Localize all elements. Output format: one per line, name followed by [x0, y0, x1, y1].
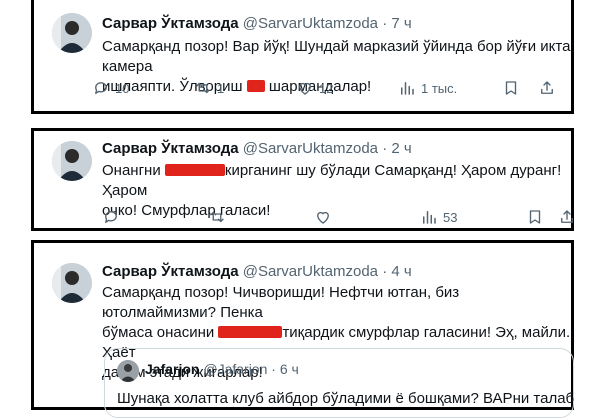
tweet-card[interactable]: Сарвар Ўктамзода @SarvarUktamzoda · 7 ч …: [31, 0, 574, 114]
like-button[interactable]: 12: [296, 79, 333, 97]
quoted-display-name[interactable]: Jafarjon: [145, 361, 199, 377]
tweet-card[interactable]: Сарвар Ўктамзода @SarvarUktamzoda · 4 ч …: [31, 240, 574, 418]
tweet-line: Самарқанд позор! Вар йўқ! Шундай маркази…: [102, 38, 571, 75]
avatar[interactable]: [52, 263, 92, 303]
tweet-actions: 10 1 12 1 тыс.: [92, 79, 562, 99]
tweet-header: Сарвар Ўктамзода @SarvarUktamzoda · 7 ч: [102, 15, 412, 32]
display-name[interactable]: Сарвар Ўктамзода: [102, 263, 239, 280]
redaction-mark: [218, 326, 283, 338]
quoted-text: Шунақа холатта клуб айбдор бўладими ё бо…: [117, 390, 575, 407]
tweet-line: Онангни кирганинг шу бўлади Самарқанд! Ҳ…: [102, 161, 572, 201]
user-handle[interactable]: @SarvarUktamzoda: [243, 140, 378, 157]
views-button[interactable]: 53: [420, 208, 457, 226]
quoted-avatar[interactable]: [117, 360, 139, 382]
user-handle[interactable]: @SarvarUktamzoda: [243, 263, 378, 280]
heart-icon: [299, 82, 311, 95]
avatar[interactable]: [52, 13, 92, 53]
avatar[interactable]: [52, 141, 92, 181]
tweet-header: Сарвар Ўктамзода @SarvarUktamzoda · 2 ч: [102, 140, 412, 157]
reply-count: 10: [115, 80, 130, 96]
timestamp[interactable]: · 7 ч: [382, 15, 412, 32]
share-icon[interactable]: [558, 208, 576, 226]
timestamp[interactable]: · 4 ч: [382, 263, 412, 280]
view-count: 1 тыс.: [421, 80, 458, 96]
view-count: 53: [443, 209, 458, 225]
bookmark-icon[interactable]: [502, 79, 520, 97]
tweet-header: Сарвар Ўктамзода @SarvarUktamzoda · 4 ч: [102, 263, 412, 280]
timestamp[interactable]: · 2 ч: [382, 140, 412, 157]
tweet-actions: 53: [102, 208, 573, 228]
views-icon: [401, 82, 414, 95]
redaction-mark: [164, 164, 225, 176]
retweet-icon: [210, 211, 224, 223]
retweet-button[interactable]: [208, 208, 226, 226]
tweet-card[interactable]: Сарвар Ўктамзода @SarvarUktamzoda · 2 ч …: [31, 128, 574, 231]
retweet-count: 1: [217, 80, 225, 96]
quoted-handle[interactable]: @Jafarjon: [203, 361, 267, 377]
views-button[interactable]: 1 тыс.: [398, 79, 457, 97]
quoted-tweet[interactable]: Jafarjon @Jafarjon · 6 ч Шунақа холатта …: [104, 348, 574, 418]
heart-icon: [317, 211, 329, 224]
display-name[interactable]: Сарвар Ўктамзода: [102, 140, 239, 157]
tweet-text-fragment: Онангни: [102, 162, 161, 179]
user-handle[interactable]: @SarvarUktamzoda: [243, 15, 378, 32]
retweet-button[interactable]: 1: [194, 79, 224, 97]
like-button[interactable]: [314, 208, 332, 226]
reply-icon: [105, 211, 117, 223]
share-icon[interactable]: [538, 79, 556, 97]
tweet-text-fragment: бўмаса онасини: [102, 324, 215, 341]
like-count: 12: [319, 80, 334, 96]
retweet-icon: [196, 82, 210, 94]
reply-button[interactable]: 10: [92, 79, 129, 97]
reply-icon: [95, 82, 107, 94]
quoted-timestamp[interactable]: · 6 ч: [271, 361, 299, 377]
quoted-header: Jafarjon @Jafarjon · 6 ч: [145, 361, 299, 377]
reply-button[interactable]: [102, 208, 120, 226]
bookmark-icon[interactable]: [526, 208, 544, 226]
views-icon: [423, 211, 436, 224]
display-name[interactable]: Сарвар Ўктамзода: [102, 15, 239, 32]
tweet-line: Самарқанд позор! Чичворишди! Нефтчи ютга…: [102, 284, 460, 321]
